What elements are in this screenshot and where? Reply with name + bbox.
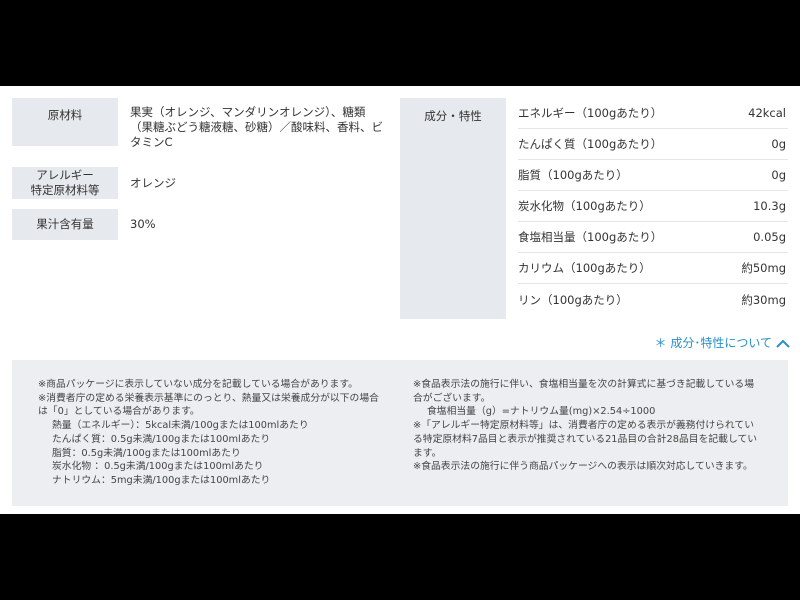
note-text: ※消費者庁の定める栄養表示基準にのっとり、熱量又は栄養成分が以下の場合は「0」と… [38,392,379,418]
nutrient-name: リン（100gあたり） [518,292,628,307]
note-text: たんぱく質：0.5g未満/100gまたは100mlあたり [52,433,271,445]
note-text: ※「アレルギー特定原材料等」は、消費者庁の定める表示が義務付けられている特定原材… [413,420,758,459]
note-text: ナトリウム：5mg未満/100gまたは100mlあたり [52,474,271,486]
nutrition-label: 成分・特性 [400,98,506,319]
nutrient-name: 脂質（100gあたり） [518,168,628,182]
nutrition-list: エネルギー（100gあたり） 42kcal たんぱく質（100gあたり） 0g 脂質… [518,98,788,315]
spec-row-ingredients: 原材料 果実（オレンジ、マンダリンオレンジ）、糖類（果糖ぶどう糖液糖、砂糖）／酸… [12,98,384,157]
spec-value: 果実（オレンジ、マンダリンオレンジ）、糖類（果糖ぶどう糖液糖、砂糖）／酸味料、香… [130,105,383,149]
nutrient-name: 炭水化物（100gあたり） [518,199,651,213]
spec-row-allergens: アレルギー 特定原材料等 オレンジ [12,167,384,199]
note-text: ※食品表示法の施行に伴う商品パッケージへの表示は順次対応していきます。 [413,461,753,473]
spec-label: アレルギー 特定原材料等 [12,167,118,199]
nutrition-row: エネルギー（100gあたり） 42kcal [518,98,788,129]
note-text: ※商品パッケージに表示していない成分を記載している場合があります。 [38,379,358,390]
spec-row-juice-content: 果汁含有量 30% [12,209,384,240]
spec-label-text: 原材料 [47,108,83,122]
spec-value: 30% [130,217,156,231]
nutrient-name: 食塩相当量（100gあたり） [518,230,663,244]
spec-label-text: アレルギー 特定原材料等 [31,168,100,198]
spec-label: 原材料 [12,98,118,146]
spec-value: オレンジ [130,175,176,190]
nutrition-info-toggle[interactable]: ＊ 成分･特性について [655,334,790,351]
nutrition-row: リン（100gあたり） 約30mg [518,284,788,315]
nutrient-value: 42kcal [748,106,786,120]
spec-label-line: 特定原材料等 [30,183,100,197]
nutrition-row: カリウム（100gあたり） 約50mg [518,253,788,284]
toggle-label: ＊ 成分･特性について [654,336,772,350]
note-text: 脂質：0.5g未満/100gまたは100mlあたり [52,447,241,459]
product-detail-panel: 原材料 果実（オレンジ、マンダリンオレンジ）、糖類（果糖ぶどう糖液糖、砂糖）／酸… [0,86,800,514]
nutrient-value: 0g [771,137,786,151]
notes-right: ※食品表示法の施行に伴い、食塩相当量を次の計算式に基づき記載している場合がござい… [413,378,762,506]
nutrition-row: たんぱく質（100gあたり） 0g [518,129,788,160]
nutrient-value: 約30mg [741,292,786,307]
nutrient-value: 10.3g [753,199,786,213]
spec-label-line: アレルギー [36,168,94,182]
note-text: 炭水化物 ：0.5g未満/100gまたは100mlあたり [52,461,264,473]
spec-label-text: 果汁含有量 [36,217,94,231]
nutrient-name: エネルギー（100gあたり） [518,106,663,120]
notes-panel: ※商品パッケージに表示していない成分を記載している場合があります。 ※消費者庁の… [12,360,788,506]
nutrition-row: 脂質（100gあたり） 0g [518,160,788,191]
note-text: 食塩相当量（g）=ナトリウム量(mg)×2.54÷1000 [427,406,656,418]
note-text: ※食品表示法の施行に伴い、食塩相当量を次の計算式に基づき記載している場合がござい… [413,379,755,404]
spec-table: 原材料 果実（オレンジ、マンダリンオレンジ）、糖類（果糖ぶどう糖液糖、砂糖）／酸… [12,98,384,250]
nutrient-value: 0.05g [753,230,786,244]
nutrient-name: カリウム（100gあたり） [518,261,651,275]
note-text: 熱量（エネルギー）：5kcal未満/100gまたは100mlあたり [52,420,309,432]
spec-label: 果汁含有量 [12,209,118,240]
nutrient-value: 約50mg [741,261,786,275]
nutrition-table: 成分・特性 エネルギー（100gあたり） 42kcal たんぱく質（100gあたり… [400,98,788,319]
nutrient-name: たんぱく質（100gあたり） [518,137,663,151]
nutrition-row: 炭水化物（100gあたり） 10.3g [518,191,788,222]
nutrient-value: 0g [771,168,786,182]
chevron-up-icon [776,338,790,348]
notes-left: ※商品パッケージに表示していない成分を記載している場合があります。 ※消費者庁の… [38,378,387,506]
nutrition-row: 食塩相当量（100gあたり） 0.05g [518,222,788,253]
